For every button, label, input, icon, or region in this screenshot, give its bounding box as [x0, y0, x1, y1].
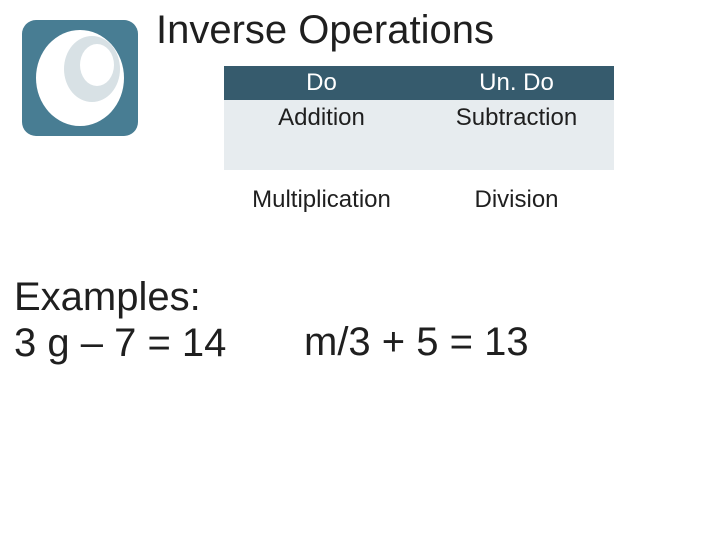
table-header-do: Do — [224, 66, 419, 100]
table-row: Multiplication Division — [224, 170, 614, 230]
inverse-ops-table: Do Un. Do Addition Subtraction Multiplic… — [224, 66, 614, 230]
page-title: Inverse Operations — [156, 8, 494, 53]
slide: Inverse Operations Do Un. Do Addition Su… — [0, 0, 720, 540]
examples-block: Examples: 3 g – 7 = 14 — [14, 274, 226, 366]
table-header-row: Do Un. Do — [224, 66, 614, 100]
table-cell-undo: Subtraction — [419, 100, 614, 170]
equation-left: 3 g – 7 = 14 — [14, 320, 226, 366]
table-cell-do: Multiplication — [224, 170, 419, 230]
table-cell-do: Addition — [224, 100, 419, 170]
decorative-icon — [22, 20, 138, 136]
table-header-undo: Un. Do — [419, 66, 614, 100]
examples-heading: Examples: — [14, 275, 201, 319]
table-row: Addition Subtraction — [224, 100, 614, 170]
equation-right: m/3 + 5 = 13 — [304, 320, 529, 365]
oval-shape-icon — [80, 44, 114, 86]
table-cell-undo: Division — [419, 170, 614, 230]
